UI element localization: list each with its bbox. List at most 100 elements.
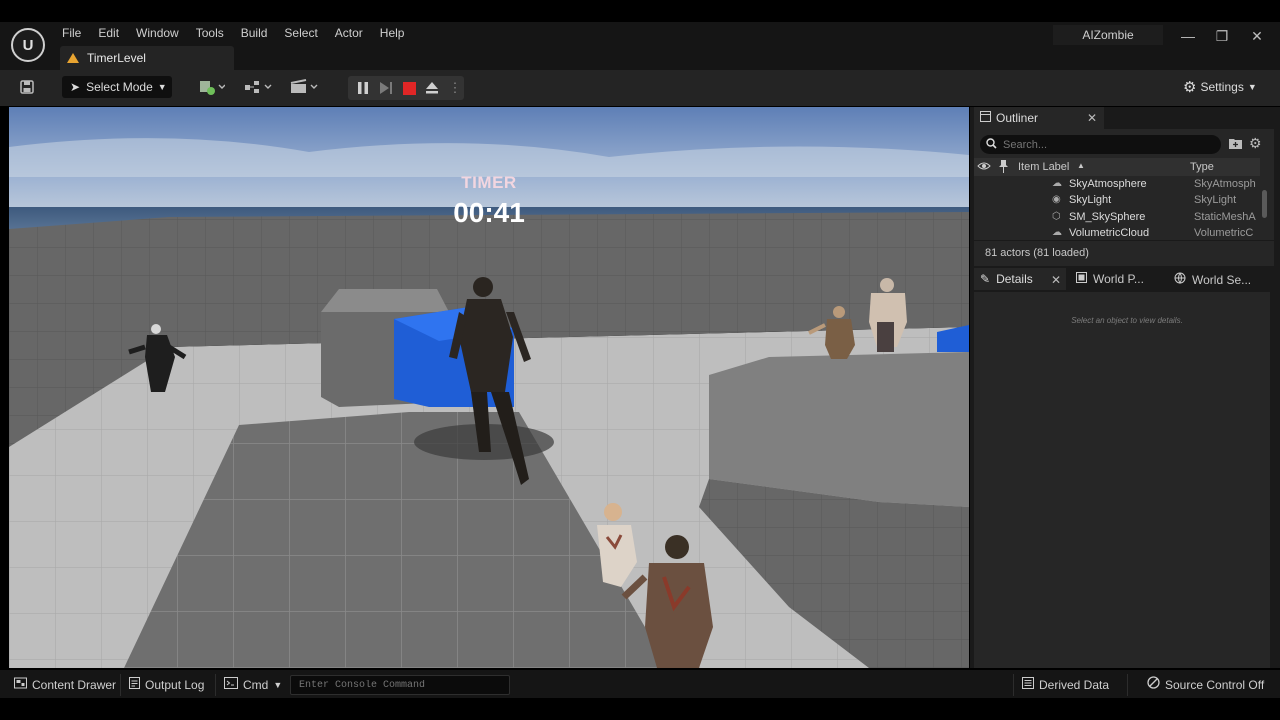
source-control-off-icon bbox=[1147, 676, 1160, 694]
output-log-icon bbox=[129, 676, 140, 694]
separator bbox=[215, 674, 216, 696]
letterbox-bottom bbox=[0, 698, 1280, 720]
menu-window[interactable]: Window bbox=[134, 25, 188, 43]
details-hint: Select an object to view details. bbox=[1071, 316, 1183, 325]
output-log-label: Output Log bbox=[145, 678, 205, 692]
outliner-row[interactable]: ☁ VolumetricCloud VolumetricC bbox=[974, 225, 1260, 239]
world-partition-icon bbox=[1076, 272, 1087, 286]
search-input[interactable] bbox=[1001, 137, 1205, 152]
row-type: SkyAtmosph bbox=[1194, 178, 1256, 190]
menu-select[interactable]: Select bbox=[282, 25, 326, 43]
main-toolbar bbox=[0, 70, 1280, 106]
row-type: SkyLight bbox=[1194, 194, 1237, 206]
details-panel bbox=[974, 292, 1270, 668]
row-name: SkyLight bbox=[1069, 194, 1112, 206]
search-icon bbox=[986, 137, 997, 152]
derived-data-button[interactable]: Derived Data bbox=[1022, 676, 1109, 694]
static-mesh-icon: ⬡ bbox=[1052, 211, 1061, 222]
chevron-down-icon: ▼ bbox=[273, 680, 283, 690]
content-drawer-label: Content Drawer bbox=[32, 678, 117, 692]
output-log-button[interactable]: Output Log bbox=[129, 676, 204, 694]
row-name: VolumetricCloud bbox=[1069, 227, 1150, 239]
menu-edit[interactable]: Edit bbox=[96, 25, 128, 43]
level-tab-label: TimerLevel bbox=[87, 51, 146, 65]
more-options-icon[interactable]: ⋮ bbox=[444, 76, 466, 100]
derived-data-label: Derived Data bbox=[1039, 678, 1110, 692]
row-type: VolumetricC bbox=[1194, 227, 1254, 239]
gear-icon[interactable]: ⚙ bbox=[1249, 135, 1262, 152]
cloud-icon: ☁ bbox=[1052, 227, 1062, 238]
sort-ascending-icon: ▲ bbox=[1077, 161, 1085, 170]
add-actor-icon[interactable] bbox=[199, 78, 226, 96]
actor-count: 81 actors (81 loaded) bbox=[985, 247, 1089, 259]
tab-world-partition-label: World P... bbox=[1093, 272, 1144, 286]
separator bbox=[1127, 674, 1128, 696]
step-forward-icon[interactable] bbox=[375, 76, 397, 100]
add-folder-icon[interactable] bbox=[1229, 137, 1242, 152]
select-mode-label: Select Mode bbox=[86, 80, 153, 94]
tab-world-settings[interactable]: World Se... bbox=[1174, 272, 1251, 287]
stop-icon[interactable] bbox=[398, 76, 420, 100]
separator bbox=[120, 674, 121, 696]
menu-help[interactable]: Help bbox=[378, 25, 414, 43]
settings-button[interactable]: ⚙ Settings ▼ bbox=[1183, 78, 1257, 96]
menu-tools[interactable]: Tools bbox=[194, 25, 233, 43]
outliner-search[interactable] bbox=[980, 135, 1221, 154]
close-button[interactable]: ✕ bbox=[1244, 25, 1270, 47]
content-drawer-icon bbox=[14, 676, 27, 694]
unreal-logo-icon[interactable]: U bbox=[11, 28, 45, 62]
menu-file[interactable]: File bbox=[60, 25, 90, 43]
console-command-field[interactable] bbox=[290, 675, 510, 695]
blueprint-icon[interactable] bbox=[243, 78, 273, 96]
outliner-scrollbar[interactable] bbox=[1262, 190, 1267, 218]
outliner-icon bbox=[980, 111, 991, 125]
save-icon[interactable] bbox=[18, 79, 36, 97]
pin-icon[interactable] bbox=[999, 160, 1008, 176]
chevron-down-icon: ▼ bbox=[1247, 82, 1257, 92]
cmd-label: Cmd bbox=[243, 678, 269, 692]
minimize-button[interactable]: — bbox=[1175, 25, 1201, 47]
pencil-icon: ✎ bbox=[980, 272, 991, 286]
tab-world-settings-label: World Se... bbox=[1192, 272, 1252, 287]
console-command-input[interactable] bbox=[297, 679, 506, 692]
outliner-row[interactable]: ⬡ SM_SkySphere StaticMeshA bbox=[974, 209, 1260, 225]
tab-world-partition[interactable]: World P... bbox=[1076, 272, 1144, 286]
close-details-icon[interactable]: ✕ bbox=[1051, 273, 1061, 287]
chevron-down-icon: ▼ bbox=[157, 82, 167, 92]
visibility-eye-icon[interactable] bbox=[977, 160, 991, 175]
timer-value: 00:41 bbox=[453, 197, 525, 228]
content-drawer-button[interactable]: Content Drawer bbox=[14, 676, 116, 694]
source-control-button[interactable]: Source Control Off bbox=[1147, 676, 1264, 694]
outliner-row[interactable]: ☁ SkyAtmosphere SkyAtmosph bbox=[974, 176, 1260, 192]
gear-icon: ⚙ bbox=[1183, 79, 1197, 96]
menu-build[interactable]: Build bbox=[239, 25, 277, 43]
restore-button[interactable]: ❐ bbox=[1209, 25, 1235, 47]
letterbox-top bbox=[0, 0, 1280, 22]
cmd-dropdown[interactable]: Cmd ▼ bbox=[224, 676, 282, 694]
column-type[interactable]: Type bbox=[1190, 161, 1214, 173]
outliner-row[interactable]: ◉ SkyLight SkyLight bbox=[974, 192, 1260, 208]
level-tab[interactable]: TimerLevel bbox=[60, 46, 234, 70]
tab-details-label: Details bbox=[996, 272, 1033, 286]
source-control-label: Source Control Off bbox=[1165, 678, 1265, 692]
sky-atmosphere-icon: ☁ bbox=[1052, 178, 1062, 189]
row-name: SM_SkySphere bbox=[1069, 211, 1146, 223]
eject-icon[interactable] bbox=[421, 76, 443, 100]
pause-icon[interactable] bbox=[352, 76, 374, 100]
row-type: StaticMeshA bbox=[1194, 211, 1256, 223]
close-outliner-icon[interactable]: ✕ bbox=[1087, 111, 1097, 125]
cinematics-icon[interactable] bbox=[289, 78, 321, 96]
menu-bar: File Edit Window Tools Build Select Acto… bbox=[60, 25, 419, 43]
level-viewport[interactable]: TIMER 00:41 bbox=[9, 107, 969, 668]
menu-actor[interactable]: Actor bbox=[333, 25, 372, 43]
outliner-status: 81 actors (81 loaded) bbox=[974, 240, 1274, 266]
select-mode-button[interactable]: ➤ Select Mode ▼ bbox=[62, 76, 172, 98]
tab-outliner[interactable]: Outliner bbox=[974, 107, 1104, 129]
derived-data-icon bbox=[1022, 676, 1034, 694]
globe-icon bbox=[1174, 272, 1186, 287]
outliner-column-header: Item Label ▲ Type bbox=[974, 158, 1260, 176]
column-item-label[interactable]: Item Label bbox=[1018, 161, 1069, 173]
project-name: AIZombie bbox=[1053, 25, 1163, 45]
timer-title: TIMER bbox=[461, 173, 517, 192]
tab-outliner-label: Outliner bbox=[996, 111, 1039, 125]
